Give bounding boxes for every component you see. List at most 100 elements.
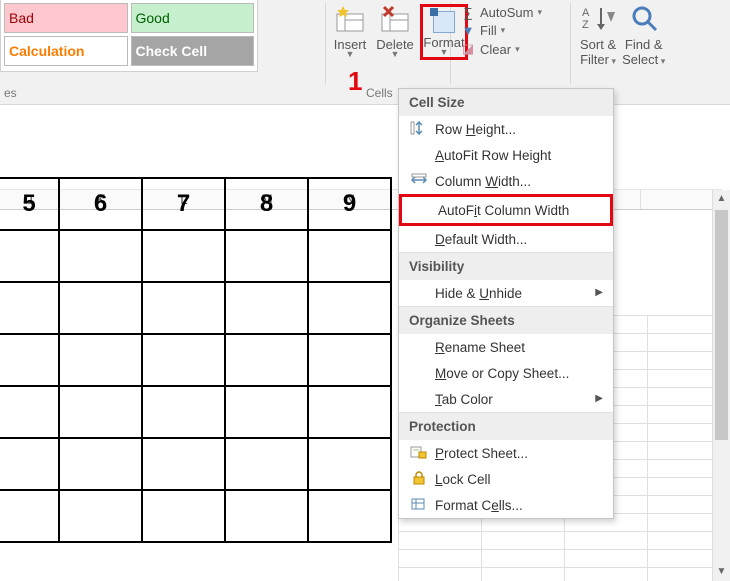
cell[interactable] xyxy=(308,490,391,542)
menu-item-protect-sheet[interactable]: Protect Sheet... xyxy=(399,440,613,466)
menu-item-default-width[interactable]: Default Width... xyxy=(399,226,613,252)
delete-icon xyxy=(381,4,409,32)
cell[interactable]: 8 xyxy=(225,178,308,230)
menu-header-visibility: Visibility xyxy=(399,252,613,280)
menu-item-hide-unhide[interactable]: Hide & Unhide ▶ xyxy=(399,280,613,306)
menu-label: Row Height... xyxy=(435,122,516,137)
caret-icon: ▾ xyxy=(609,56,616,66)
cells-group-label: Cells xyxy=(366,86,393,100)
find-icon xyxy=(627,4,661,32)
separator xyxy=(325,3,326,84)
cell[interactable] xyxy=(0,334,59,386)
fill-button[interactable]: ▼ Fill ▾ xyxy=(460,23,570,38)
blank-icon xyxy=(409,285,429,301)
menu-label: Protect Sheet... xyxy=(435,446,528,461)
menu-label: Default Width... xyxy=(435,232,527,247)
caret-icon: ▾ xyxy=(501,25,506,36)
menu-item-rename-sheet[interactable]: Rename Sheet xyxy=(399,334,613,360)
cell[interactable] xyxy=(0,282,59,334)
svg-text:Z: Z xyxy=(582,19,589,31)
styles-group-label: es xyxy=(4,86,17,100)
caret-icon: ▾ xyxy=(515,44,520,55)
cell[interactable] xyxy=(59,334,142,386)
cell[interactable] xyxy=(0,490,59,542)
cell[interactable] xyxy=(59,438,142,490)
menu-item-move-copy-sheet[interactable]: Move or Copy Sheet... xyxy=(399,360,613,386)
sort-icon: A Z xyxy=(581,4,615,32)
cell[interactable] xyxy=(59,490,142,542)
cell[interactable]: 6 xyxy=(59,178,142,230)
cell[interactable] xyxy=(142,334,225,386)
sigma-icon: ∑ xyxy=(460,5,476,20)
style-calculation[interactable]: Calculation xyxy=(4,36,128,66)
cell[interactable] xyxy=(59,282,142,334)
data-table[interactable]: 5 6 7 8 9 xyxy=(0,177,392,543)
fill-label: Fill xyxy=(480,23,497,38)
menu-item-tab-color[interactable]: Tab Color ▶ xyxy=(399,386,613,412)
menu-item-autofit-row-height[interactable]: AutoFit Row Height xyxy=(399,142,613,168)
scroll-thumb[interactable] xyxy=(715,210,728,440)
cell[interactable] xyxy=(142,386,225,438)
cell[interactable] xyxy=(225,230,308,282)
cell[interactable] xyxy=(142,230,225,282)
format-icon xyxy=(433,11,455,33)
cell[interactable] xyxy=(225,282,308,334)
cell[interactable] xyxy=(308,282,391,334)
cell[interactable] xyxy=(0,386,59,438)
cell[interactable] xyxy=(225,334,308,386)
clear-button[interactable]: ◪ Clear ▾ xyxy=(460,41,570,57)
vertical-scrollbar[interactable]: ▲ ▼ xyxy=(712,190,730,581)
menu-label: Format Cells... xyxy=(435,498,523,513)
menu-label: Rename Sheet xyxy=(435,340,525,355)
caret-icon: ▾ xyxy=(537,7,542,18)
cell-styles-gallery[interactable]: Bad Good Calculation Check Cell xyxy=(0,0,258,72)
cell[interactable]: 7 xyxy=(142,178,225,230)
cell[interactable] xyxy=(225,490,308,542)
menu-item-format-cells[interactable]: Format Cells... xyxy=(399,492,613,518)
cell[interactable] xyxy=(225,438,308,490)
eraser-icon: ◪ xyxy=(460,41,476,57)
find-line2: Select xyxy=(622,52,658,67)
cell[interactable] xyxy=(142,438,225,490)
cell[interactable] xyxy=(142,282,225,334)
sort-filter-button[interactable]: A Z Sort & Filter ▾ xyxy=(580,4,616,67)
menu-item-row-height[interactable]: Row Height... xyxy=(399,116,613,142)
insert-button[interactable]: Insert ▼ xyxy=(330,4,370,58)
cell[interactable] xyxy=(0,438,59,490)
submenu-arrow-icon: ▶ xyxy=(595,287,603,298)
delete-button[interactable]: Delete ▼ xyxy=(374,4,416,58)
menu-label: Move or Copy Sheet... xyxy=(435,366,569,381)
cell[interactable] xyxy=(59,386,142,438)
editing-group: ∑ AutoSum ▾ ▼ Fill ▾ ◪ Clear ▾ xyxy=(460,2,570,78)
autosum-button[interactable]: ∑ AutoSum ▾ xyxy=(460,5,570,20)
sort-find-group: A Z Sort & Filter ▾ Find & Select ▾ xyxy=(580,4,665,67)
menu-label: Column Width... xyxy=(435,174,531,189)
cell[interactable] xyxy=(225,386,308,438)
menu-item-lock-cell[interactable]: Lock Cell xyxy=(399,466,613,492)
cell[interactable] xyxy=(0,230,59,282)
menu-header-protection: Protection xyxy=(399,412,613,440)
menu-header-cell-size: Cell Size xyxy=(399,89,613,116)
style-check-cell[interactable]: Check Cell xyxy=(131,36,255,66)
cell[interactable] xyxy=(308,386,391,438)
menu-item-column-width[interactable]: Column Width... xyxy=(399,168,613,194)
scroll-down-icon[interactable]: ▼ xyxy=(713,563,730,581)
sort-line1: Sort & xyxy=(580,37,616,52)
menu-item-autofit-column-width[interactable]: AutoFit Column Width xyxy=(399,194,613,226)
cell[interactable] xyxy=(59,230,142,282)
cell[interactable] xyxy=(308,438,391,490)
cell[interactable]: 9 xyxy=(308,178,391,230)
cell[interactable]: 5 xyxy=(0,178,59,230)
style-good[interactable]: Good xyxy=(131,3,255,33)
separator xyxy=(570,3,571,84)
column-width-icon xyxy=(409,173,429,189)
cell[interactable] xyxy=(308,334,391,386)
blank-icon xyxy=(409,391,429,407)
cell[interactable] xyxy=(308,230,391,282)
cell[interactable] xyxy=(142,490,225,542)
find-select-button[interactable]: Find & Select ▾ xyxy=(622,4,665,67)
style-bad[interactable]: Bad xyxy=(4,3,128,33)
caret-icon: ▾ xyxy=(658,56,665,66)
menu-label: Hide & Unhide xyxy=(435,286,522,301)
scroll-up-icon[interactable]: ▲ xyxy=(713,190,730,208)
